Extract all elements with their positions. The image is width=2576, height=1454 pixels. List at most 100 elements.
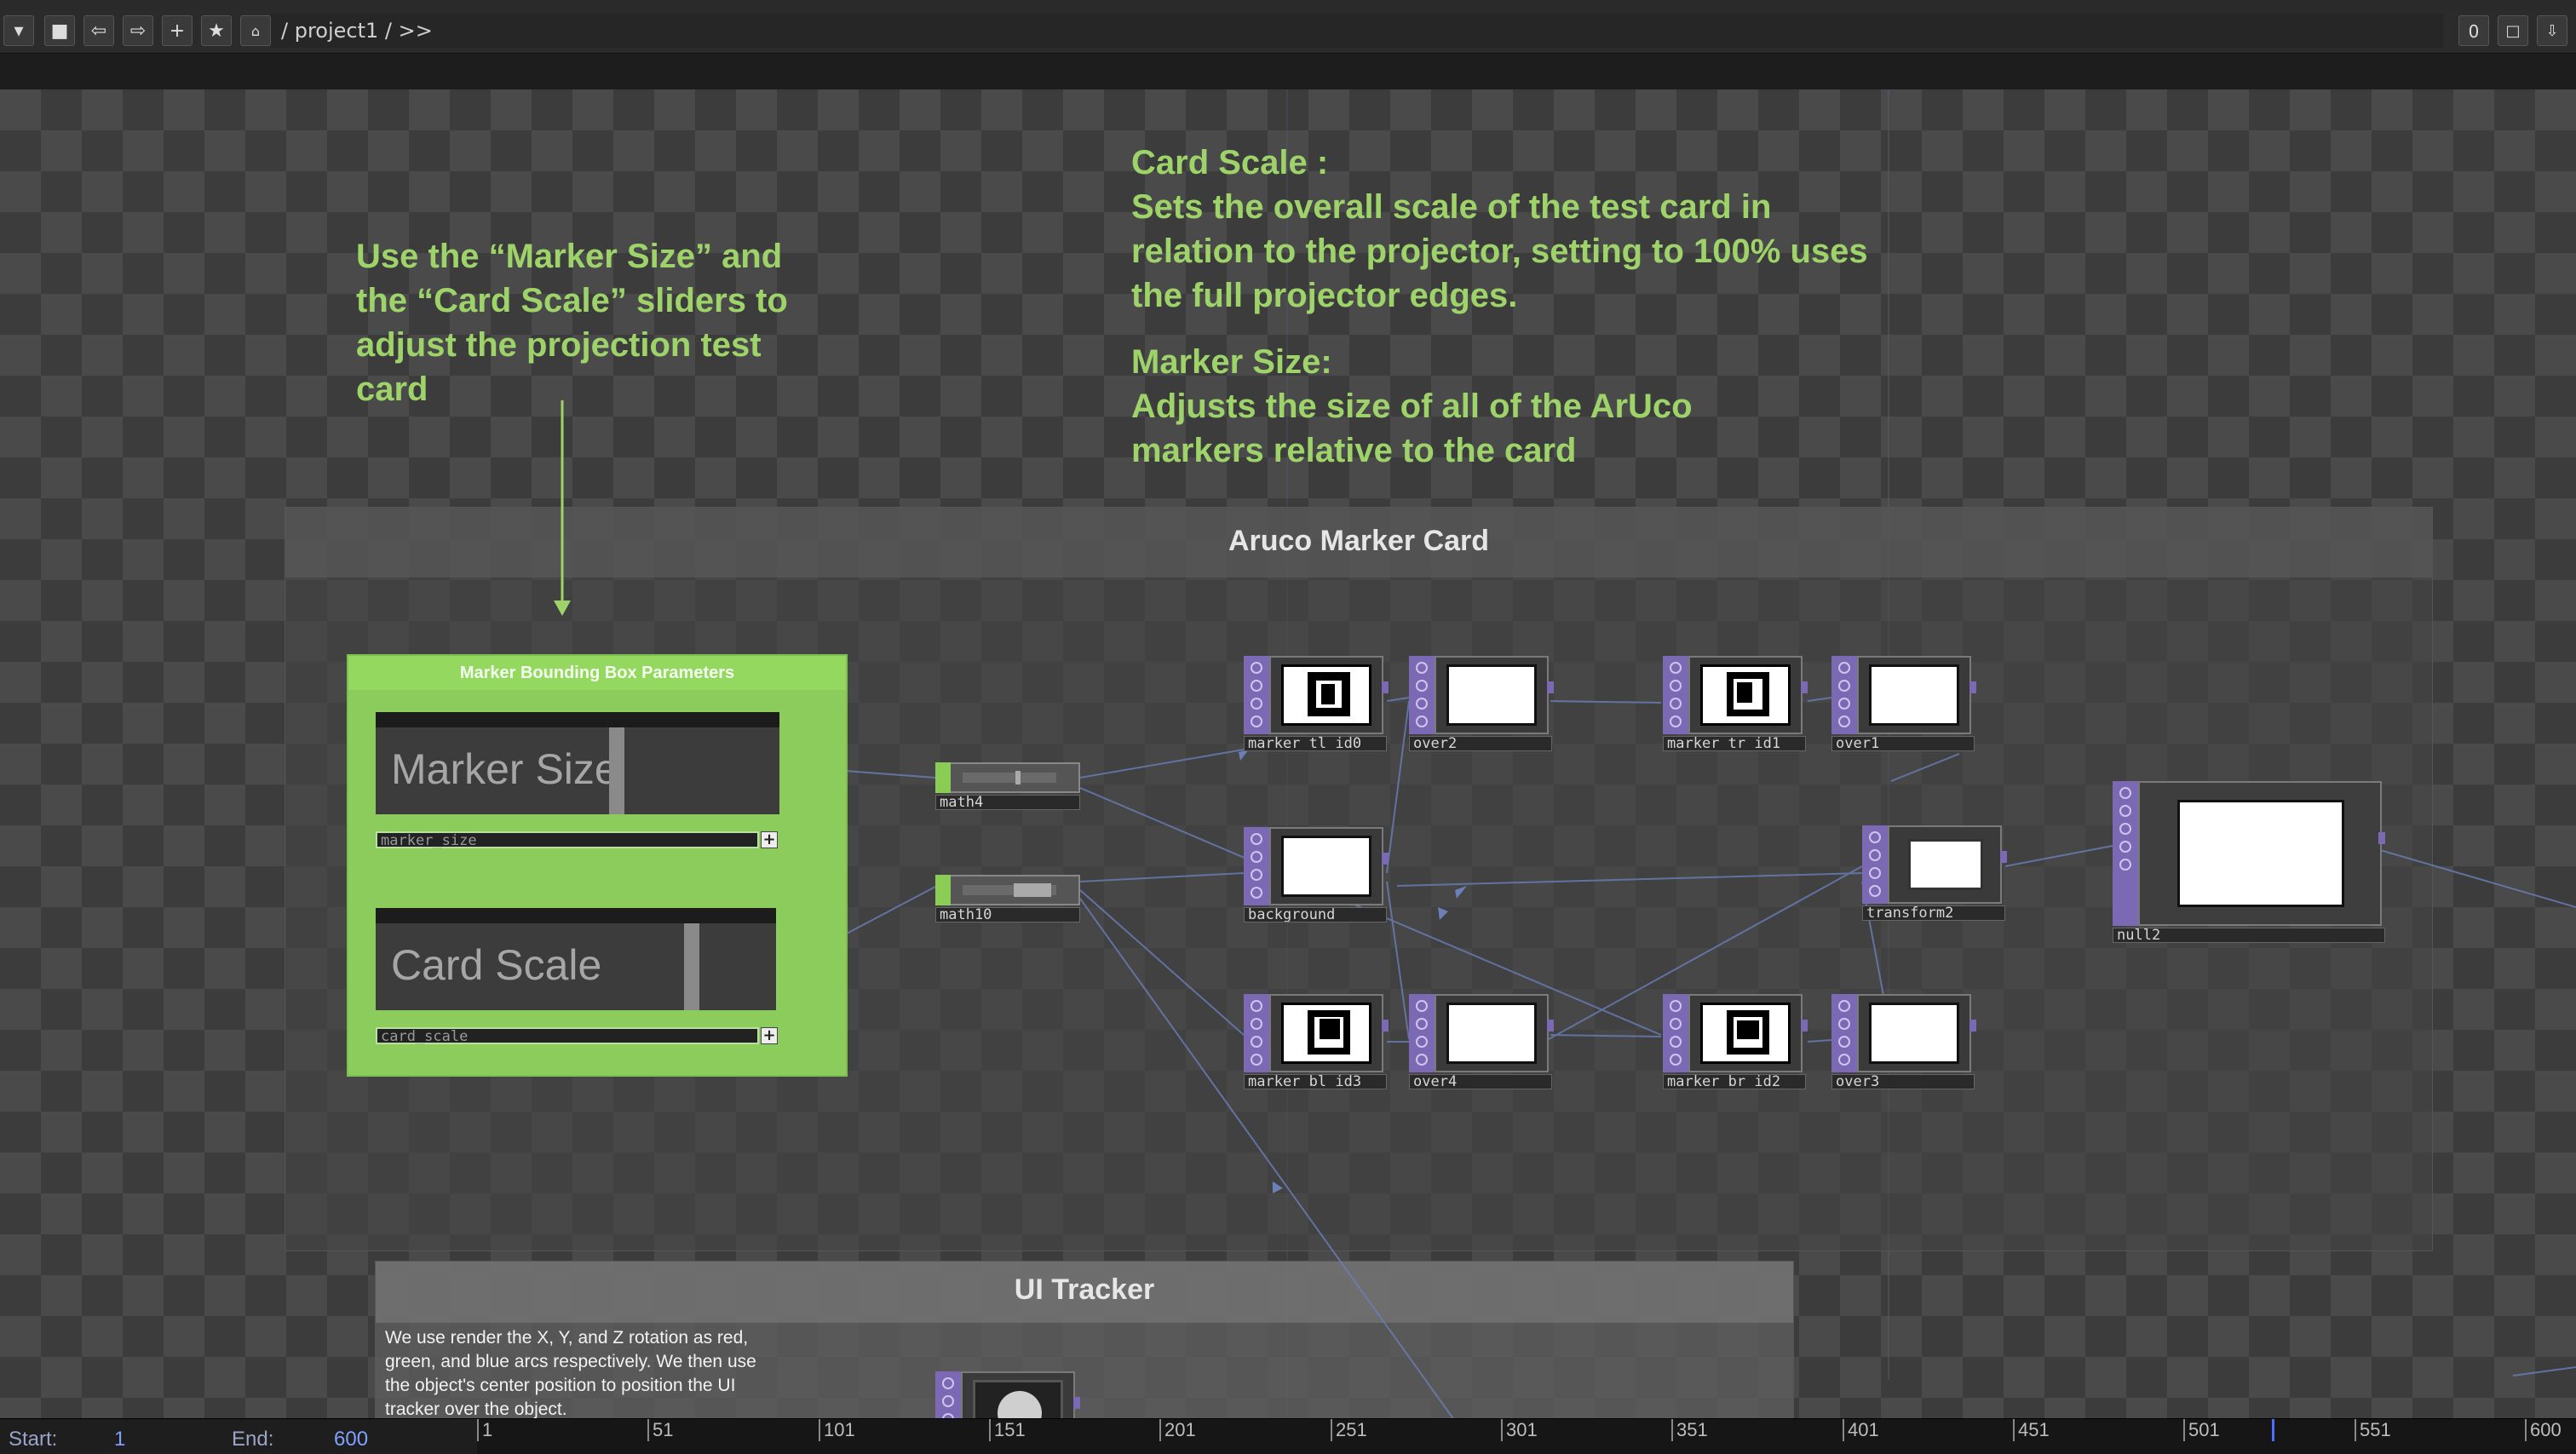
node-flags[interactable] [1862, 825, 1888, 904]
note-line: adjust the projection test [356, 326, 762, 364]
note-line: the full projector edges. [1131, 277, 1518, 314]
chop-node[interactable]: math4 [935, 762, 1080, 812]
node-flags[interactable] [1244, 994, 1269, 1072]
op-name-strip[interactable]: marker_size [376, 831, 759, 849]
timeline-tick: 551 [2355, 1419, 2391, 1441]
value-field[interactable]: 0 [2458, 15, 2489, 46]
end-value[interactable]: 600 [334, 1428, 368, 1451]
timeline-tick: 1 [477, 1419, 492, 1441]
marker-size-heading: Marker Size: [1131, 343, 1332, 381]
node-label: over2 [1409, 736, 1552, 751]
top-node[interactable]: marker_tl_id0 [1244, 656, 1389, 751]
top-node[interactable]: marker_bl_id3 [1244, 994, 1389, 1089]
node-label: math4 [935, 795, 1080, 810]
maximize-icon[interactable]: □ [2498, 15, 2528, 46]
top-node-large[interactable]: null2 [2113, 781, 2385, 943]
marker-br-icon [1727, 1010, 1769, 1055]
top-node[interactable]: transform2 [1862, 825, 2007, 921]
back-arrow-icon[interactable]: ⇦ [83, 15, 114, 46]
timeline-tick: 351 [1671, 1419, 1708, 1441]
add-icon[interactable]: + [761, 831, 778, 848]
node-flags[interactable] [1663, 994, 1688, 1072]
note-line: Use the “Marker Size” and [356, 238, 783, 275]
marker-size-note: Marker Size: Adjusts the size of all of … [1131, 340, 1693, 473]
top-node[interactable]: marker_br_id2 [1663, 994, 1808, 1089]
menu-dropdown-icon[interactable]: ▾ [3, 15, 34, 46]
top-node[interactable]: over3 [1831, 994, 1976, 1089]
timeline-tick: 600 [2525, 1419, 2562, 1441]
top-node[interactable]: over4 [1409, 994, 1554, 1089]
bookmark-star-icon[interactable]: ★ [201, 15, 232, 46]
node-label: math10 [935, 907, 1080, 922]
op-name: card_scale [381, 1028, 469, 1045]
slider-label: Card Scale [391, 941, 602, 989]
node-flags[interactable] [1244, 656, 1269, 734]
op-name: marker_size [381, 832, 477, 849]
node-label: over3 [1831, 1074, 1975, 1089]
timeline-tick: 101 [819, 1419, 855, 1441]
top-node[interactable]: marker_tr_id1 [1663, 656, 1808, 751]
note-line: the “Card Scale” sliders to [356, 282, 788, 319]
path-bar[interactable] [271, 14, 2443, 48]
instruction-note: Use the “Marker Size” and the “Card Scal… [356, 234, 788, 411]
node-flags[interactable] [1831, 994, 1857, 1072]
home-icon[interactable]: ⌂ [240, 15, 271, 46]
card-scale-note: Card Scale : Sets the overall scale of t… [1131, 141, 1868, 318]
network-toolbar: ▾ ■ ⇦ ⇨ + ★ ⌂ / project1 / >> 0 □ ⇩ [0, 9, 2576, 54]
marker-bl-icon [1308, 1010, 1350, 1055]
node-flags[interactable] [1831, 656, 1857, 734]
note-line: markers relative to the card [1131, 432, 1577, 469]
timeline-tick: 451 [2013, 1419, 2050, 1441]
note-line: Adjusts the size of all of the ArUco [1131, 388, 1693, 425]
node-label: marker_tr_id1 [1663, 736, 1806, 751]
add-icon[interactable]: + [162, 15, 193, 46]
end-label: End: [232, 1428, 274, 1451]
forward-arrow-icon[interactable]: ⇨ [123, 15, 153, 46]
node-flags[interactable] [1409, 656, 1435, 734]
note-line: relation to the projector, setting to 10… [1131, 233, 1868, 270]
add-icon[interactable]: + [761, 1027, 778, 1044]
slider-handle[interactable] [609, 727, 624, 814]
timeline-tick: 151 [989, 1419, 1026, 1441]
start-value[interactable]: 1 [114, 1428, 125, 1451]
toolbar-spacer [0, 54, 2576, 89]
container-title: Marker Bounding Box Parameters [348, 656, 846, 690]
top-node[interactable]: over2 [1409, 656, 1554, 751]
node-label: background [1244, 907, 1387, 922]
node-flags[interactable] [1409, 994, 1435, 1072]
timeline-tick: 251 [1331, 1419, 1367, 1441]
node-label: null2 [2113, 928, 2385, 943]
card-scale-slider[interactable]: Card Scale [376, 908, 776, 1010]
node-label: over4 [1409, 1074, 1552, 1089]
top-node[interactable]: background [1244, 827, 1389, 922]
slider-label: Marker Size [391, 745, 618, 793]
node-flags[interactable] [1244, 827, 1269, 905]
network-canvas[interactable]: Aruco Marker Card UI Tracker We use rend… [0, 89, 2576, 1418]
node-label: marker_bl_id3 [1244, 1074, 1387, 1089]
playhead[interactable] [2272, 1419, 2274, 1441]
slider-handle[interactable] [684, 923, 699, 1010]
timeline-tick: 51 [647, 1419, 673, 1441]
timeline-tick: 201 [1159, 1419, 1196, 1441]
card-scale-heading: Card Scale : [1131, 144, 1329, 181]
stop-icon[interactable]: ■ [44, 15, 75, 46]
node-label: over1 [1831, 736, 1975, 751]
start-label: Start: [9, 1428, 58, 1451]
chop-node[interactable]: math10 [935, 875, 1080, 924]
timeline-ruler[interactable]: 1 51 101 151 201 251 301 351 401 451 501 551 600 [477, 1419, 2576, 1454]
top-node[interactable]: over1 [1831, 656, 1976, 751]
marker-tl-icon [1308, 672, 1350, 716]
parameters-container[interactable]: Marker Bounding Box Parameters Marker Si… [347, 654, 848, 1077]
timeline-tick: 401 [1843, 1419, 1879, 1441]
timeline-bar[interactable]: Start: 1 End: 600 1 51 101 151 201 251 301 351 4… [0, 1418, 2576, 1454]
marker-tr-icon [1727, 672, 1769, 716]
note-line: card [356, 371, 428, 408]
op-name-strip[interactable]: card_scale [376, 1027, 759, 1045]
node-flags[interactable] [2113, 781, 2138, 926]
network-path[interactable]: / project1 / >> [281, 15, 433, 46]
node-flags[interactable] [1663, 656, 1688, 734]
note-line: Sets the overall scale of the test card … [1131, 188, 1772, 226]
timeline-tick: 501 [2183, 1419, 2220, 1441]
marker-size-slider[interactable]: Marker Size [376, 712, 779, 814]
download-icon[interactable]: ⇩ [2537, 15, 2567, 46]
